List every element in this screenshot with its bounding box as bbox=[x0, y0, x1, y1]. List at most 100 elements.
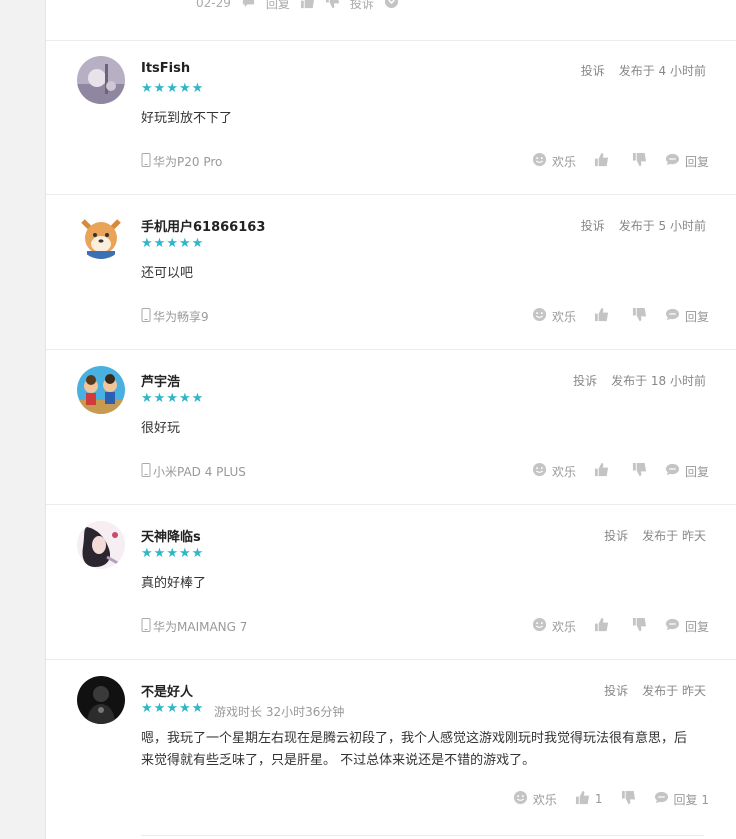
chevron-down-icon[interactable] bbox=[384, 0, 399, 12]
reply-link[interactable]: 回复 bbox=[266, 0, 290, 12]
like-button[interactable] bbox=[594, 152, 614, 170]
user-name[interactable]: 芦宇浩 bbox=[141, 371, 180, 390]
reply-button[interactable]: 回复 bbox=[665, 152, 709, 170]
dislike-button[interactable] bbox=[621, 790, 636, 808]
user-name[interactable]: 不是好人 bbox=[141, 681, 193, 700]
like-button[interactable] bbox=[594, 617, 614, 635]
phone-icon bbox=[141, 308, 151, 325]
reply-button[interactable]: 回复 bbox=[665, 307, 709, 325]
thumb-down-icon bbox=[632, 152, 647, 170]
fun-label: 欢乐 bbox=[532, 792, 557, 807]
rating-stars: ★ ★ ★ ★ ★ bbox=[141, 702, 203, 716]
star-icon: ★ bbox=[141, 391, 153, 406]
comment-icon bbox=[665, 617, 680, 635]
thumb-up-icon bbox=[594, 617, 609, 635]
reply-button[interactable]: 回复 bbox=[665, 617, 709, 635]
device-info: 华为MAIMANG 7 bbox=[141, 618, 247, 635]
rating-stars: ★ ★ ★ ★ ★ bbox=[141, 547, 203, 561]
device-info: 华为畅享9 bbox=[141, 308, 209, 325]
thumb-down-icon[interactable] bbox=[325, 0, 340, 12]
report-link[interactable]: 投诉 bbox=[581, 217, 605, 234]
star-icon: ★ bbox=[141, 546, 153, 561]
avatar[interactable] bbox=[77, 676, 125, 724]
reply-label: 回复 bbox=[684, 619, 709, 634]
thumb-up-icon[interactable] bbox=[300, 0, 315, 12]
like-button[interactable]: 1 bbox=[575, 790, 603, 808]
thumb-up-icon bbox=[594, 152, 609, 170]
avatar[interactable] bbox=[77, 366, 125, 414]
fun-button[interactable]: 欢乐 bbox=[513, 790, 557, 808]
star-icon: ★ bbox=[166, 546, 178, 561]
review-item: 芦宇浩 ★ ★ ★ ★ ★ 投诉 发布于 18 小时前 很好玩 小米PAD 4 … bbox=[46, 350, 736, 505]
review-item: 手机用户61866163 ★ ★ ★ ★ ★ 投诉 发布于 5 小时前 还可以吧… bbox=[46, 195, 736, 350]
thumb-down-icon bbox=[632, 307, 647, 325]
star-icon: ★ bbox=[178, 701, 191, 716]
fun-button[interactable]: 欢乐 bbox=[532, 152, 576, 170]
report-link[interactable]: 投诉 bbox=[604, 682, 628, 699]
review-item: 天神降临s ★ ★ ★ ★ ★ 投诉 发布于 昨天 真的好棒了 华为MAIMAN… bbox=[46, 505, 736, 660]
reviews-panel: 02-29 回复 投诉 ItsFish ★ ★ ★ ★ ★ 投诉 发布于 4 小… bbox=[45, 0, 736, 839]
star-icon: ★ bbox=[178, 81, 191, 96]
report-link[interactable]: 投诉 bbox=[581, 62, 605, 79]
device-name: 小米PAD 4 PLUS bbox=[153, 465, 246, 479]
review-actions: 欢乐 1 回复 1 bbox=[513, 790, 709, 808]
dislike-button[interactable] bbox=[632, 617, 647, 635]
like-button[interactable] bbox=[594, 462, 614, 480]
star-icon: ★ bbox=[166, 81, 178, 96]
comment-icon bbox=[665, 152, 680, 170]
reply-divider bbox=[141, 835, 704, 836]
reply-label: 回复 bbox=[684, 464, 709, 479]
comment-icon bbox=[654, 790, 669, 808]
thumb-up-icon bbox=[594, 307, 609, 325]
phone-icon bbox=[141, 153, 151, 170]
rating-stars: ★ ★ ★ ★ ★ bbox=[141, 82, 203, 96]
dislike-button[interactable] bbox=[632, 307, 647, 325]
star-icon: ★ bbox=[153, 81, 166, 96]
reply-icon[interactable] bbox=[241, 0, 256, 12]
star-icon: ★ bbox=[166, 391, 178, 406]
star-icon: ★ bbox=[141, 81, 153, 96]
avatar[interactable] bbox=[77, 521, 125, 569]
review-content: 嗯，我玩了一个星期左右现在是腾云初段了，我个人感觉这游戏刚玩时我觉得玩法很有意思… bbox=[141, 731, 688, 768]
report-link[interactable]: 投诉 bbox=[604, 527, 628, 544]
user-name[interactable]: 天神降临s bbox=[141, 526, 201, 545]
like-button[interactable] bbox=[594, 307, 614, 325]
device-name: 华为P20 Pro bbox=[153, 155, 223, 169]
smile-icon bbox=[532, 462, 547, 480]
post-time: 发布于 18 小时前 bbox=[611, 374, 706, 388]
review-actions: 欢乐 回复 bbox=[532, 152, 709, 170]
fun-button[interactable]: 欢乐 bbox=[532, 617, 576, 635]
user-name[interactable]: 手机用户61866163 bbox=[141, 216, 265, 235]
fun-button[interactable]: 欢乐 bbox=[532, 307, 576, 325]
fun-button[interactable]: 欢乐 bbox=[532, 462, 576, 480]
avatar[interactable] bbox=[77, 56, 125, 104]
rating-stars: ★ ★ ★ ★ ★ bbox=[141, 392, 203, 406]
report-link[interactable]: 投诉 bbox=[350, 0, 374, 12]
phone-icon bbox=[141, 618, 151, 635]
review-date: 02-29 bbox=[196, 0, 231, 10]
dislike-button[interactable] bbox=[632, 152, 647, 170]
dislike-button[interactable] bbox=[632, 462, 647, 480]
reply-button[interactable]: 回复 bbox=[665, 462, 709, 480]
review-content: 还可以吧 bbox=[141, 266, 194, 281]
thumb-up-icon bbox=[575, 790, 590, 808]
reply-button[interactable]: 回复 1 bbox=[654, 790, 709, 808]
play-time: 游戏时长 32小时36分钟 bbox=[214, 705, 345, 719]
star-icon: ★ bbox=[191, 701, 204, 716]
fun-label: 欢乐 bbox=[551, 154, 576, 169]
star-icon: ★ bbox=[178, 546, 191, 561]
device-info: 小米PAD 4 PLUS bbox=[141, 463, 246, 480]
star-icon: ★ bbox=[191, 81, 204, 96]
star-icon: ★ bbox=[166, 701, 178, 716]
star-icon: ★ bbox=[166, 236, 178, 251]
post-time: 发布于 昨天 bbox=[642, 684, 706, 698]
report-link[interactable]: 投诉 bbox=[573, 372, 597, 389]
review-content: 好玩到放不下了 bbox=[141, 111, 233, 126]
post-time: 发布于 5 小时前 bbox=[618, 219, 706, 233]
user-name[interactable]: ItsFish bbox=[141, 61, 190, 76]
star-icon: ★ bbox=[141, 701, 153, 716]
avatar[interactable] bbox=[77, 211, 125, 259]
comment-icon bbox=[665, 307, 680, 325]
review-item: ItsFish ★ ★ ★ ★ ★ 投诉 发布于 4 小时前 好玩到放不下了 华… bbox=[46, 40, 736, 195]
star-icon: ★ bbox=[141, 236, 153, 251]
